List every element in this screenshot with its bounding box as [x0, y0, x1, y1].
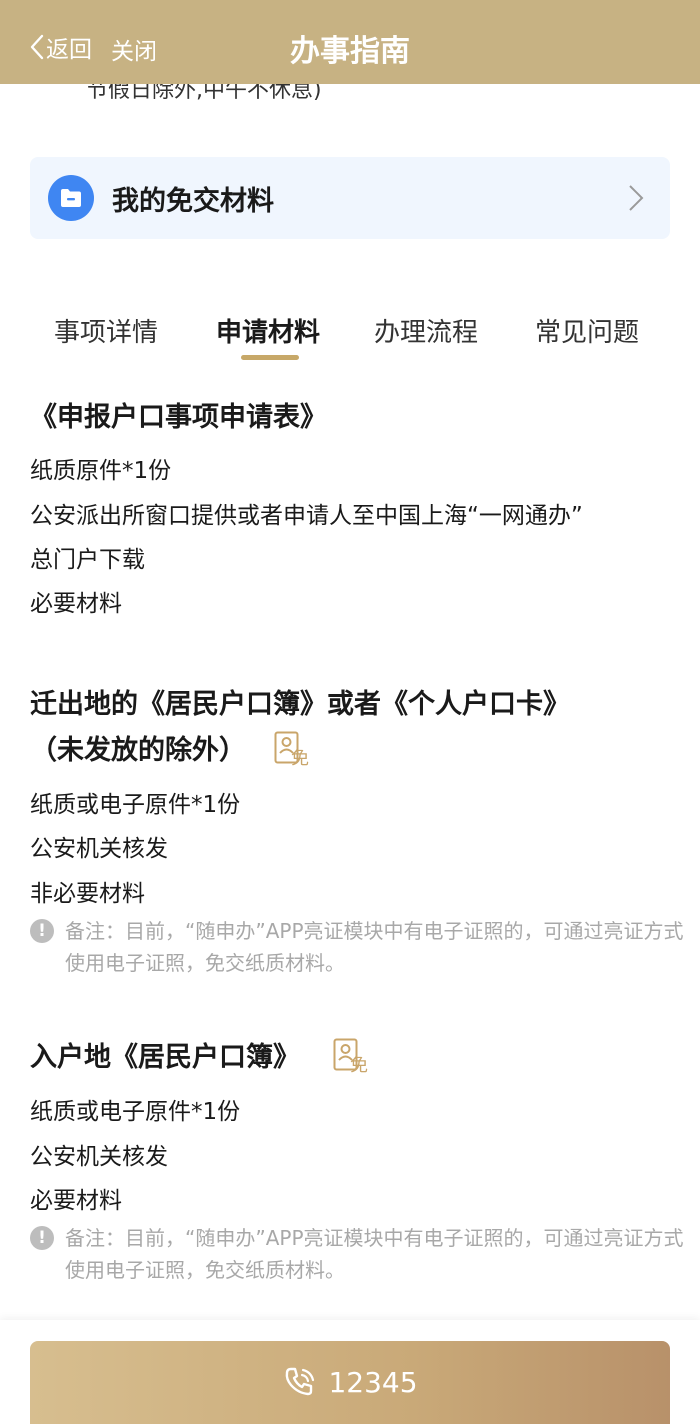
material-quantity: 纸质或电子原件*1份	[30, 1099, 241, 1125]
material-source: 公安派出所窗口提供或者申请人至中国上海“一网通办”	[30, 503, 583, 529]
phone-icon	[286, 1367, 315, 1395]
call-hotline-button[interactable]: 12345	[30, 1341, 670, 1424]
tab-faq[interactable]: 常见问题	[535, 312, 639, 349]
tab-process[interactable]: 办理流程	[374, 312, 478, 349]
material-title: 迁出地的《居民户口簿》或者《个人户口卡》	[30, 689, 570, 720]
active-tab-indicator	[241, 355, 299, 360]
material-quantity: 纸质或电子原件*1份	[30, 792, 241, 818]
exempt-badge-icon[interactable]: 免	[333, 1038, 371, 1076]
material-requirement: 必要材料	[30, 1188, 122, 1214]
hotline-number: 12345	[328, 1366, 418, 1399]
tab-details[interactable]: 事项详情	[54, 312, 158, 349]
material-source-cont: 总门户下载	[30, 547, 145, 573]
footer-bar: 12345	[0, 1320, 700, 1424]
exempt-badge-icon[interactable]: 免	[274, 731, 312, 769]
info-icon: !	[30, 1226, 54, 1250]
material-title-cont: （未发放的除外）	[30, 735, 246, 766]
material-note: ! 备注：目前，“随申办”APP亮证模块中有电子证照的，可通过亮证方式使用电子证…	[30, 915, 684, 981]
material-source: 公安机关核发	[30, 836, 168, 862]
free-materials-card[interactable]: 我的免交材料	[30, 157, 670, 239]
folder-icon	[48, 175, 94, 221]
header-bar: 返回 关闭 办事指南	[0, 0, 700, 84]
material-requirement: 非必要材料	[30, 881, 145, 907]
tab-materials[interactable]: 申请材料	[216, 312, 320, 349]
material-note: ! 备注：目前，“随申办”APP亮证模块中有电子证照的，可通过亮证方式使用电子证…	[30, 1222, 684, 1288]
material-requirement: 必要材料	[30, 591, 122, 617]
svg-text:免: 免	[291, 748, 309, 767]
chevron-right-icon	[629, 185, 644, 211]
note-text: 备注：目前，“随申办”APP亮证模块中有电子证照的，可通过亮证方式使用电子证照，…	[65, 919, 684, 975]
material-source: 公安机关核发	[30, 1144, 168, 1170]
free-materials-label: 我的免交材料	[112, 186, 274, 217]
svg-text:免: 免	[350, 1055, 368, 1074]
page-title: 办事指南	[290, 34, 410, 69]
material-title: 入户地《居民户口簿》	[30, 1042, 300, 1073]
note-text: 备注：目前，“随申办”APP亮证模块中有电子证照的，可通过亮证方式使用电子证照，…	[65, 1226, 684, 1282]
material-quantity: 纸质原件*1份	[30, 458, 172, 484]
info-icon: !	[30, 919, 54, 943]
material-title: 《申报户口事项申请表》	[30, 402, 327, 433]
